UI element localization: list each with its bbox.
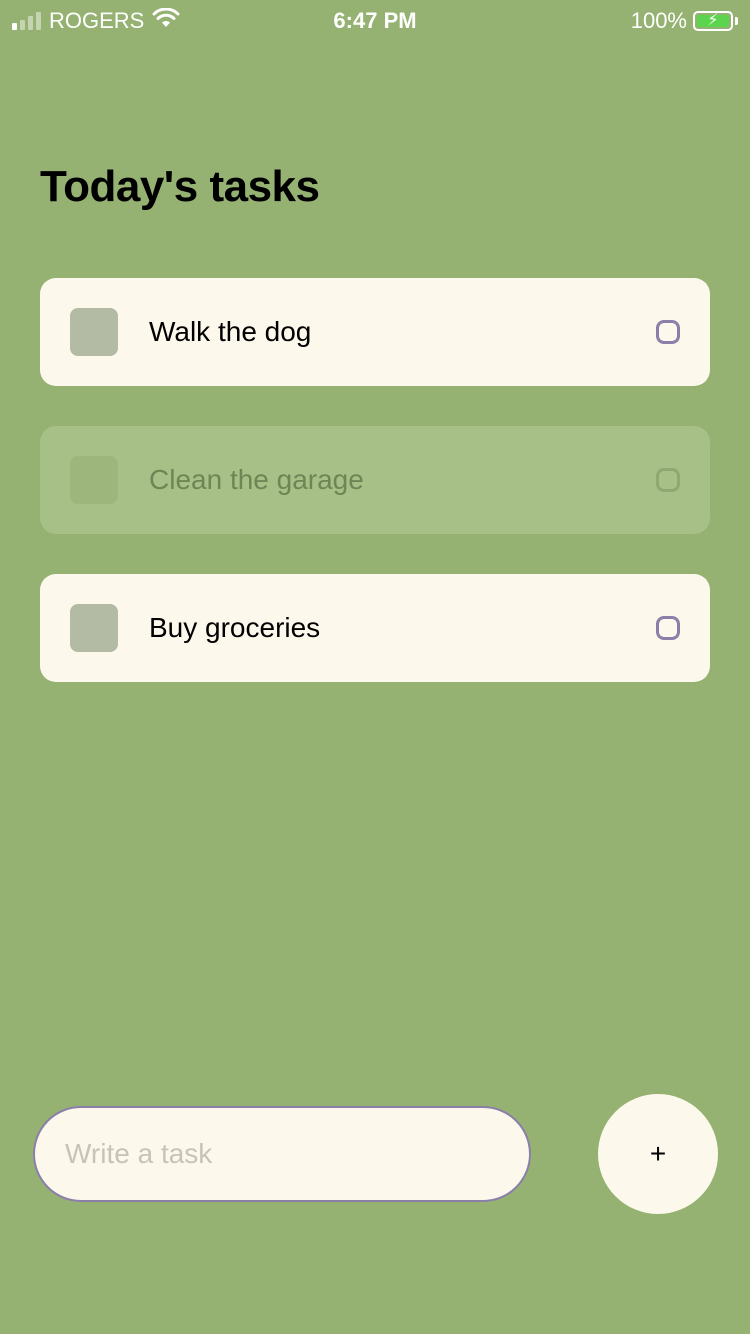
- task-circle-icon: [656, 468, 680, 492]
- task-input[interactable]: [33, 1106, 531, 1202]
- task-circle-icon: [656, 616, 680, 640]
- task-label: Buy groceries: [149, 612, 321, 643]
- task-square-icon: [70, 456, 118, 504]
- task-label: Walk the dog: [149, 316, 312, 347]
- battery-charging-icon: ⚡: [693, 11, 733, 31]
- task-item[interactable]: Walk the dog: [40, 278, 710, 386]
- battery-tip: [735, 17, 738, 25]
- task-square-icon: [70, 308, 118, 356]
- status-bar: ROGERS 6:47 PM 100% ⚡: [0, 0, 750, 40]
- task-square-icon: [70, 604, 118, 652]
- task-item[interactable]: Clean the garage: [40, 426, 710, 534]
- battery-percent: 100%: [630, 8, 687, 33]
- task-item[interactable]: Buy groceries: [40, 574, 710, 682]
- add-task-button[interactable]: +: [598, 1094, 718, 1214]
- task-list: Walk the dog Clean the garage Buy grocer…: [40, 278, 710, 722]
- task-label: Clean the garage: [149, 464, 364, 495]
- page-title: Today's tasks: [40, 162, 320, 211]
- task-circle-icon: [656, 320, 680, 344]
- status-right: 100% ⚡: [631, 8, 738, 34]
